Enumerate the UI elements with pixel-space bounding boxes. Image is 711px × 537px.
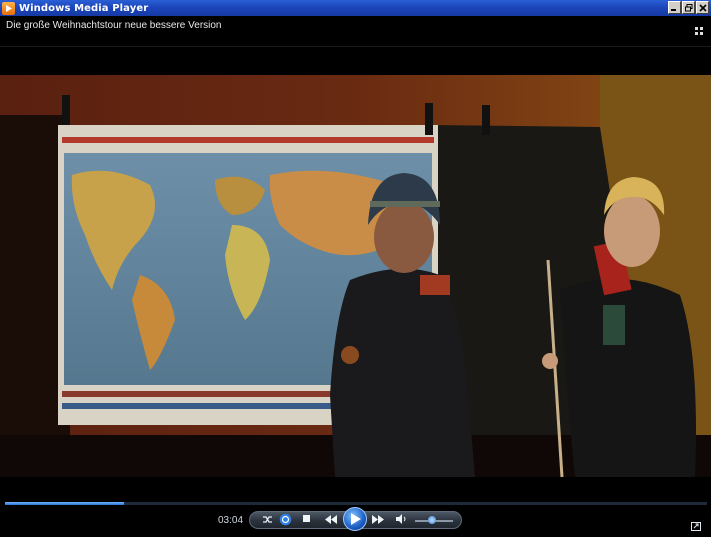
stop-icon[interactable]	[303, 515, 311, 523]
previous-icon[interactable]	[325, 515, 337, 524]
media-title: Die große Weihnachtstour neue bessere Ve…	[6, 20, 222, 31]
switch-to-library-icon[interactable]	[695, 21, 704, 40]
restore-button[interactable]	[682, 1, 695, 14]
repeat-icon[interactable]	[279, 513, 292, 526]
video-area[interactable]	[0, 46, 711, 500]
elapsed-time: 03:04	[218, 515, 244, 526]
window-title: Windows Media Player	[19, 2, 149, 14]
now-playing-header: Die große Weihnachtstour neue bessere Ve…	[0, 16, 711, 46]
speaker-icon[interactable]	[396, 514, 407, 524]
window-titlebar[interactable]: Windows Media Player	[0, 0, 711, 16]
next-icon[interactable]	[372, 515, 384, 524]
close-button[interactable]	[696, 1, 709, 14]
transport-controls: 03:04	[0, 505, 711, 537]
play-button[interactable]	[343, 507, 367, 531]
shuffle-icon[interactable]	[262, 514, 273, 525]
play-icon	[350, 513, 361, 525]
media-player-icon	[2, 1, 15, 15]
fullscreen-icon[interactable]	[691, 516, 701, 535]
video-frame	[0, 75, 711, 477]
window-controls	[668, 1, 709, 14]
minimize-button[interactable]	[668, 1, 681, 14]
